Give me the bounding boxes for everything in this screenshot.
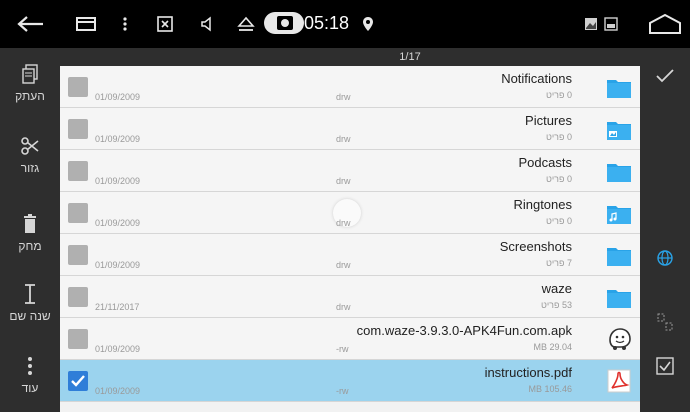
more-button[interactable]: עוד	[0, 340, 60, 410]
status-time: 05:18	[304, 13, 350, 33]
file-date: 01/09/2009	[95, 260, 141, 270]
check-icon[interactable]	[640, 56, 690, 96]
file-date: 21/11/2017	[95, 302, 140, 312]
more-vertical-icon[interactable]	[118, 12, 132, 36]
folder-icon	[607, 80, 631, 98]
list-item[interactable]: 01/09/2009 drw Ringtones 0 פריט	[60, 192, 640, 234]
file-meta: 7 פריט	[545, 258, 572, 268]
close-box-icon[interactable]	[154, 12, 176, 36]
file-permissions: drw	[336, 260, 351, 270]
folder-icon	[607, 164, 631, 182]
file-name: Notifications	[501, 71, 572, 86]
row-checkbox[interactable]	[68, 245, 88, 265]
row-checkbox[interactable]	[68, 119, 88, 139]
eject-icon[interactable]	[234, 12, 258, 36]
list-header: 1/17	[60, 48, 640, 66]
folder-icon	[607, 290, 631, 308]
file-meta: 105.46 MB	[528, 384, 572, 394]
list-item[interactable]: 01/09/2009 -rw com.waze-3.9.3.0-APK4Fun.…	[60, 318, 640, 360]
file-date: 01/09/2009	[95, 92, 141, 102]
select-all-icon[interactable]	[640, 346, 690, 386]
file-date: 01/09/2009	[95, 218, 141, 228]
action-sidebar: העתק גזור מחק שנה שם עוד	[0, 48, 60, 412]
text-cursor-icon	[24, 283, 36, 305]
waze-app-icon	[609, 328, 631, 350]
row-checkbox[interactable]	[68, 371, 88, 391]
folder-music-icon	[607, 206, 631, 224]
back-arrow-icon[interactable]	[14, 12, 48, 36]
select-area-icon[interactable]	[640, 302, 690, 342]
delete-label: מחק	[18, 239, 42, 253]
file-meta: 53 פריט	[540, 300, 572, 310]
row-checkbox[interactable]	[68, 287, 88, 307]
list-item[interactable]: 21/11/2017 drw waze 53 פריט	[60, 276, 640, 318]
file-meta: 0 פריט	[545, 90, 572, 100]
pdf-file-icon	[607, 369, 631, 393]
selection-counter: 1/17	[399, 51, 421, 63]
file-name: Pictures	[525, 113, 572, 128]
file-name: com.waze-3.9.3.0-APK4Fun.com.apk	[356, 323, 572, 338]
copy-icon	[22, 63, 38, 85]
file-permissions: drw	[336, 176, 351, 186]
copy-button[interactable]: העתק	[0, 48, 60, 118]
list-item[interactable]: 01/09/2009 drw Podcasts 0 פריט	[60, 150, 640, 192]
file-meta: 0 פריט	[545, 216, 572, 226]
file-meta: 0 פריט	[545, 174, 572, 184]
more-vertical-icon	[27, 355, 33, 377]
more-label: עוד	[21, 381, 39, 395]
list-item[interactable]: 01/09/2009 drw Pictures 0 פריט	[60, 108, 640, 150]
file-permissions: drw	[336, 134, 351, 144]
file-name: waze	[541, 281, 572, 296]
file-name: Screenshots	[499, 239, 572, 254]
picture-icon	[602, 12, 620, 36]
list-item[interactable]: 01/09/2009 -rw instructions.pdf 105.46 M…	[60, 360, 640, 402]
file-permissions: drw	[336, 92, 351, 102]
rename-button[interactable]: שנה שם	[0, 268, 60, 338]
file-permissions: -rw	[336, 386, 349, 396]
file-date: 01/09/2009	[95, 344, 141, 354]
file-meta: 0 פריט	[545, 132, 572, 142]
copy-label: העתק	[15, 89, 45, 103]
file-permissions: drw	[336, 218, 351, 228]
right-sidebar	[640, 48, 690, 412]
file-name: Ringtones	[513, 197, 572, 212]
folder-icon	[607, 248, 631, 266]
file-meta: 29.04 MB	[533, 342, 572, 352]
list-item[interactable]: 01/09/2009 drw Screenshots 7 פריט	[60, 234, 640, 276]
row-checkbox[interactable]	[68, 329, 88, 349]
file-name: instructions.pdf	[484, 365, 572, 380]
file-date: 01/09/2009	[95, 386, 141, 396]
list-item[interactable]: 01/09/2009 drw Notifications 0 פריט	[60, 66, 640, 108]
volume-icon[interactable]	[196, 12, 218, 36]
picture-icon	[582, 12, 600, 36]
cut-label: גזור	[20, 161, 40, 175]
scissors-icon	[20, 135, 40, 157]
location-pin-icon	[360, 12, 376, 36]
file-name: Podcasts	[518, 155, 572, 170]
row-checkbox[interactable]	[68, 161, 88, 181]
folder-image-icon	[607, 122, 631, 140]
row-checkbox[interactable]	[68, 77, 88, 97]
globe-icon[interactable]	[640, 238, 690, 278]
status-bar: 05:18	[0, 0, 690, 48]
file-permissions: -rw	[336, 344, 349, 354]
recents-icon[interactable]	[72, 12, 100, 36]
delete-button[interactable]: מחק	[0, 198, 60, 268]
trash-icon	[23, 213, 37, 235]
cut-button[interactable]: גזור	[0, 120, 60, 190]
file-date: 01/09/2009	[95, 134, 141, 144]
rename-label: שנה שם	[9, 309, 51, 323]
file-list[interactable]: 01/09/2009 drw Notifications 0 פריט 01/0…	[60, 66, 640, 412]
file-permissions: drw	[336, 302, 351, 312]
camera-icon[interactable]	[264, 12, 304, 34]
row-checkbox[interactable]	[68, 203, 88, 223]
file-date: 01/09/2009	[95, 176, 141, 186]
home-icon[interactable]	[646, 12, 684, 36]
